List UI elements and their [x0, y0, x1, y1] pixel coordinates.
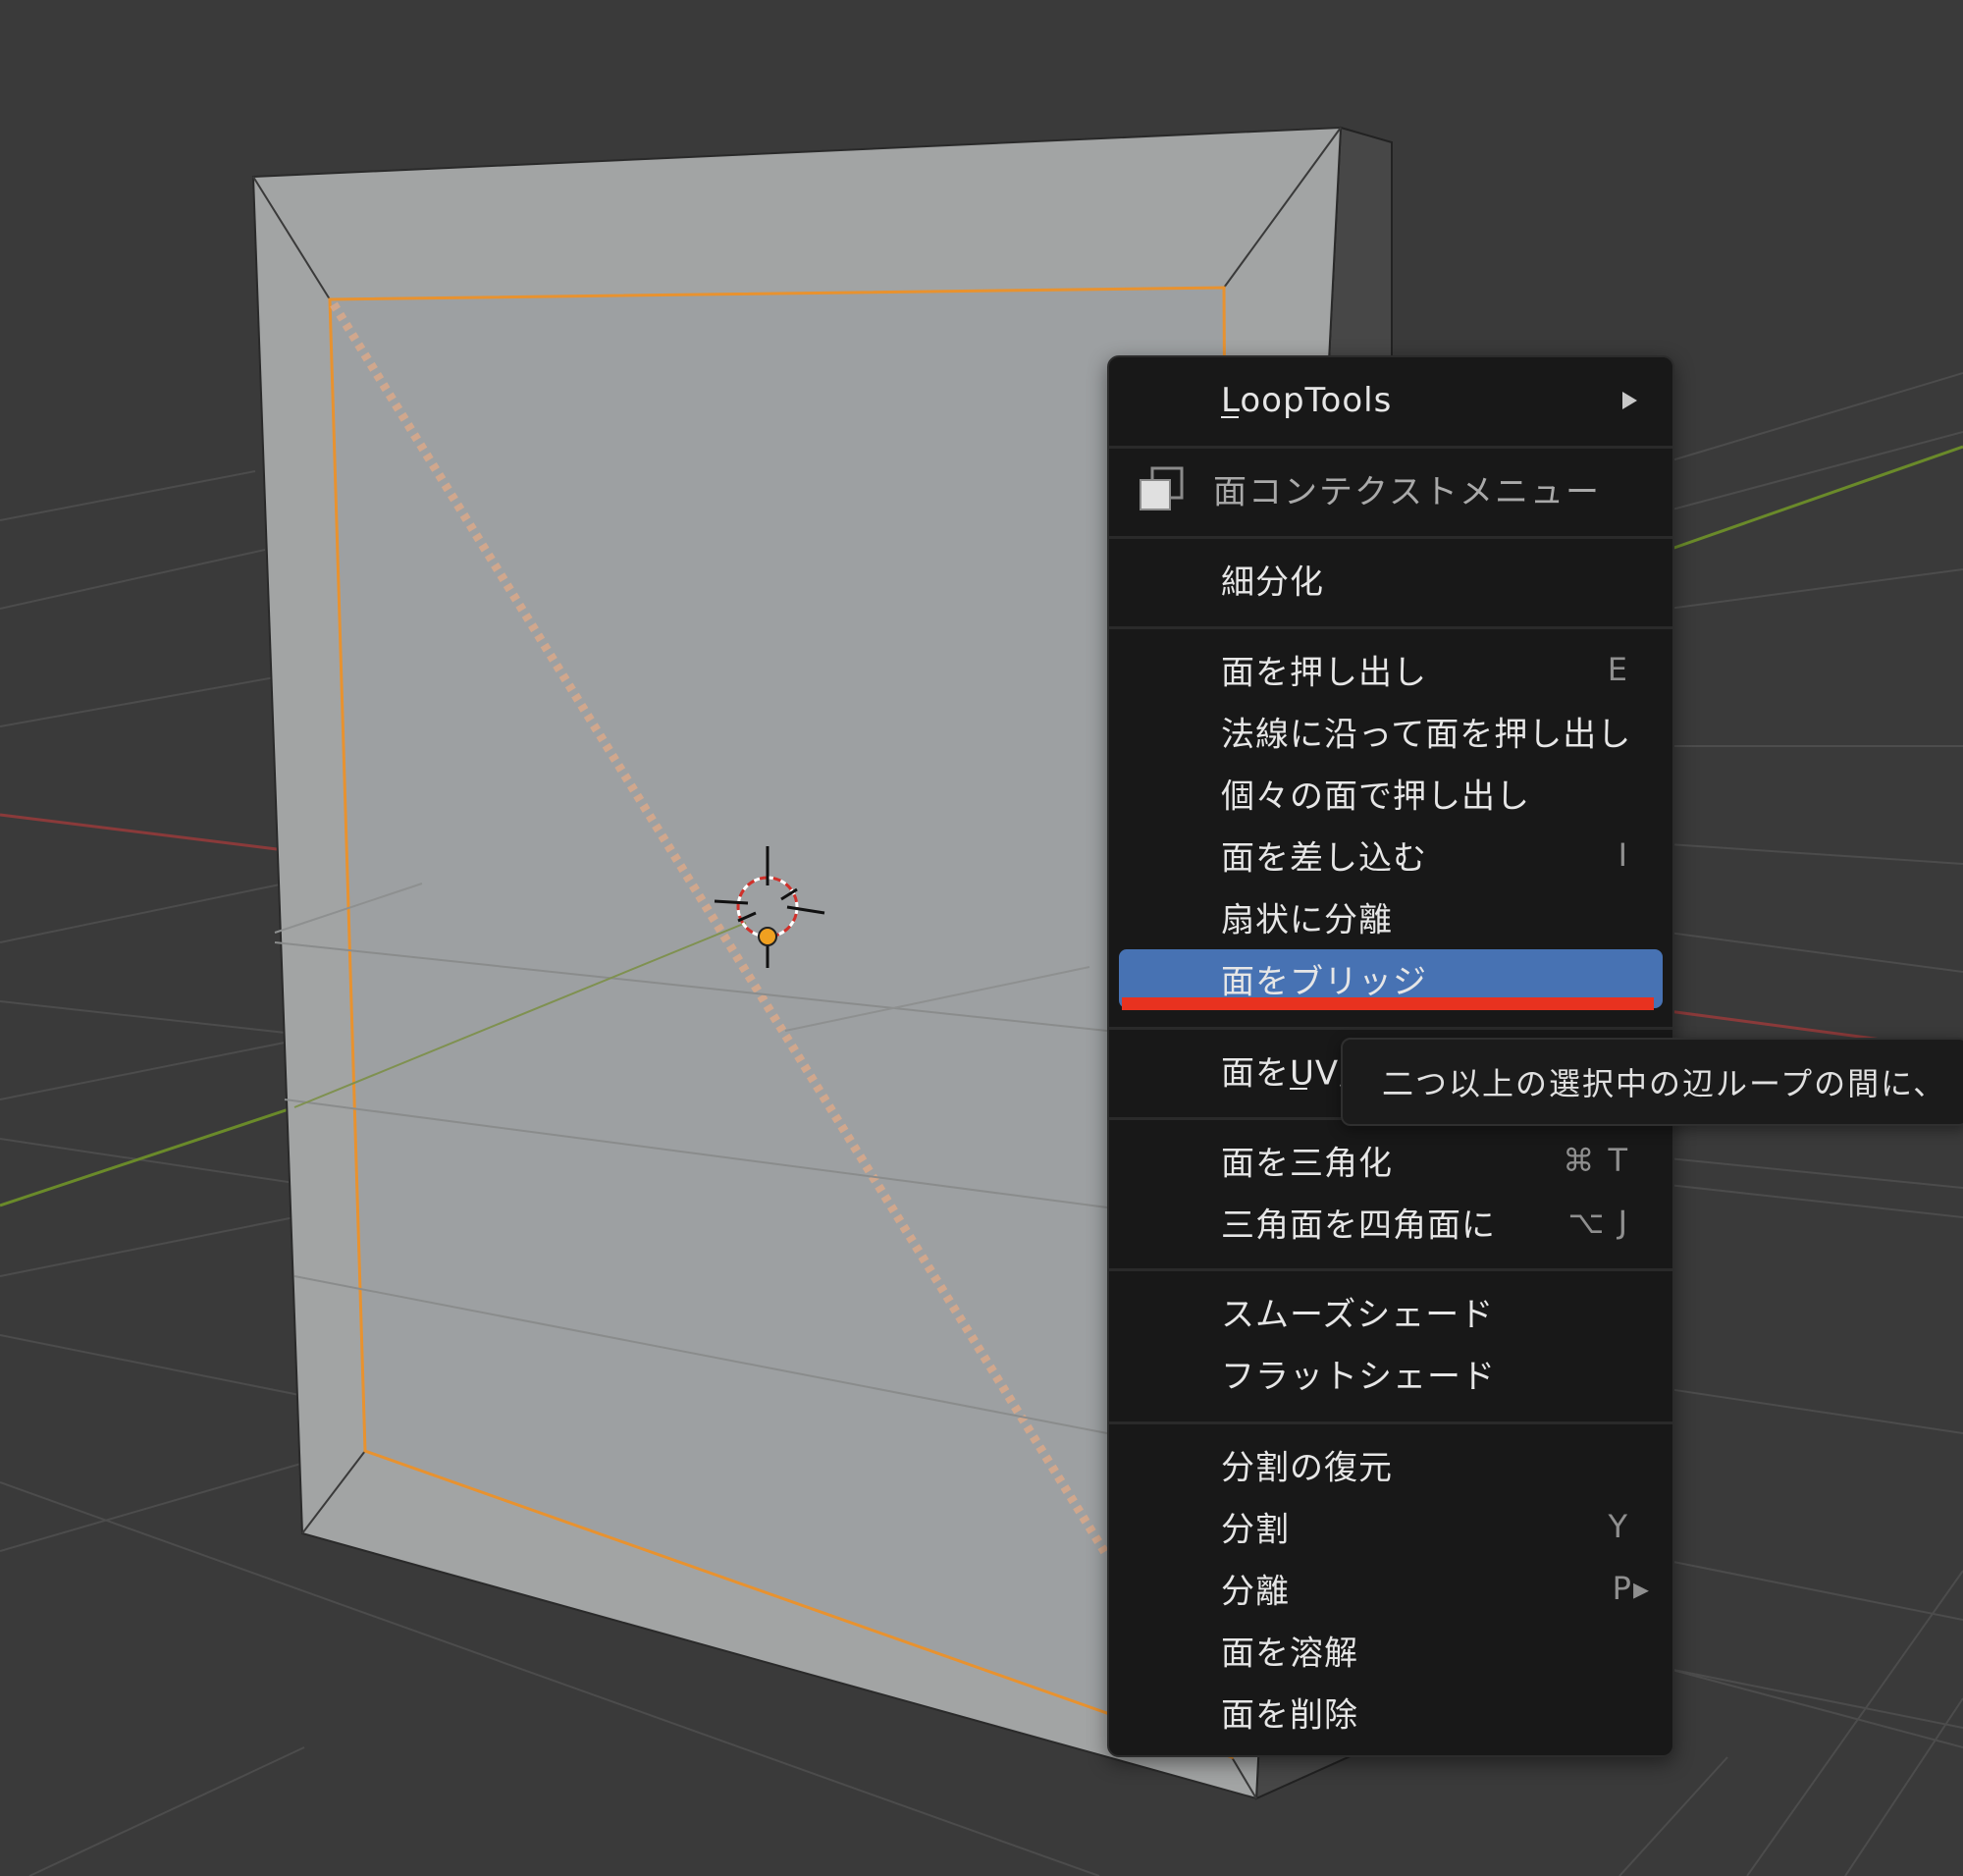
- menu-item-shortcut: ⌘ T: [1563, 1142, 1629, 1179]
- menu-item-delete-faces[interactable]: 面を削除: [1119, 1683, 1663, 1742]
- menu-item-label: 分割の復元: [1221, 1448, 1393, 1488]
- submenu-arrow-icon: [1622, 392, 1637, 409]
- menu-item-inset-faces[interactable]: 面を差し込む I: [1119, 826, 1663, 884]
- menu-item-extrude-faces[interactable]: 面を押し出し E: [1119, 640, 1663, 699]
- menu-item-label: LoopTools: [1221, 381, 1393, 420]
- menu-item-label: 面を差し込む: [1221, 838, 1427, 879]
- menu-item-extrude-individual[interactable]: 個々の面で押し出し: [1119, 764, 1663, 823]
- menu-item-label: 面を三角化: [1221, 1144, 1393, 1184]
- menu-separator: [1109, 446, 1672, 449]
- menu-item-looptools[interactable]: LoopTools: [1119, 371, 1663, 430]
- 3d-viewport[interactable]: LoopTools 面コンテクストメニュー 細分化 面を押し出し E 法線に沿っ…: [0, 0, 1963, 1876]
- mnemonic-underline: [1221, 416, 1239, 418]
- menu-header-label: 面コンテクストメニュー: [1213, 472, 1601, 512]
- menu-item-label: 扇状に分離: [1221, 900, 1393, 940]
- menu-item-label: 面を溶解: [1221, 1634, 1358, 1674]
- menu-item-label: 三角面を四角面に: [1221, 1206, 1496, 1246]
- menu-item-shortcut: Y: [1608, 1508, 1629, 1545]
- menu-item-label: 個々の面で押し出し: [1221, 777, 1530, 817]
- menu-item-subdivide[interactable]: 細分化: [1119, 550, 1663, 609]
- menu-separator: [1109, 626, 1672, 629]
- menu-item-shortcut: ⌥ J: [1567, 1204, 1629, 1241]
- menu-item-shade-smooth[interactable]: スムーズシェード: [1119, 1282, 1663, 1341]
- menu-item-triangulate-faces[interactable]: 面を三角化 ⌘ T: [1119, 1131, 1663, 1190]
- menu-item-poke-faces[interactable]: 扇状に分離: [1119, 887, 1663, 946]
- x-axis-line: [0, 813, 286, 852]
- menu-item-shortcut: E: [1607, 651, 1629, 688]
- annotation-underline: [1122, 997, 1654, 1010]
- menu-item-extrude-along-normals[interactable]: 法線に沿って面を押し出し: [1119, 702, 1663, 761]
- face-mode-icon: [1140, 466, 1184, 510]
- menu-item-separate[interactable]: 分離 P▸: [1119, 1559, 1663, 1618]
- menu-item-label: スムーズシェード: [1221, 1295, 1495, 1335]
- menu-item-shortcut: P▸: [1612, 1570, 1651, 1607]
- menu-separator: [1109, 1027, 1672, 1030]
- menu-separator: [1109, 1421, 1672, 1424]
- menu-header: 面コンテクストメニュー: [1119, 459, 1663, 518]
- menu-item-label: 分離: [1221, 1572, 1290, 1612]
- menu-separator: [1109, 536, 1672, 539]
- menu-item-shortcut: I: [1618, 836, 1629, 874]
- menu-item-label: 細分化: [1221, 563, 1324, 603]
- tooltip-text: 二つ以上の選択中の辺ループの間に、: [1382, 1065, 1947, 1102]
- menu-separator: [1109, 1268, 1672, 1271]
- menu-item-tris-to-quads[interactable]: 三角面を四角面に ⌥ J: [1119, 1193, 1663, 1252]
- menu-item-split[interactable]: 分割 Y: [1119, 1497, 1663, 1556]
- menu-item-un-subdivide[interactable]: 分割の復元: [1119, 1435, 1663, 1494]
- menu-item-label: 法線に沿って面を押し出し: [1221, 715, 1632, 755]
- mnemonic-underline: [1290, 1088, 1307, 1090]
- object-origin-icon: [758, 927, 777, 946]
- menu-item-shade-flat[interactable]: フラットシェード: [1119, 1344, 1663, 1403]
- menu-item-label: フラットシェード: [1221, 1357, 1496, 1397]
- menu-item-label: 分割: [1221, 1510, 1290, 1550]
- y-axis-line: [0, 1105, 295, 1207]
- menu-item-label: 面を削除: [1221, 1695, 1358, 1736]
- menu-item-dissolve-faces[interactable]: 面を溶解: [1119, 1621, 1663, 1680]
- menu-item-label: 面を押し出し: [1221, 653, 1427, 693]
- tooltip: 二つ以上の選択中の辺ループの間に、: [1341, 1038, 1963, 1126]
- menu-item-label: 面をブリッジ: [1221, 962, 1427, 1002]
